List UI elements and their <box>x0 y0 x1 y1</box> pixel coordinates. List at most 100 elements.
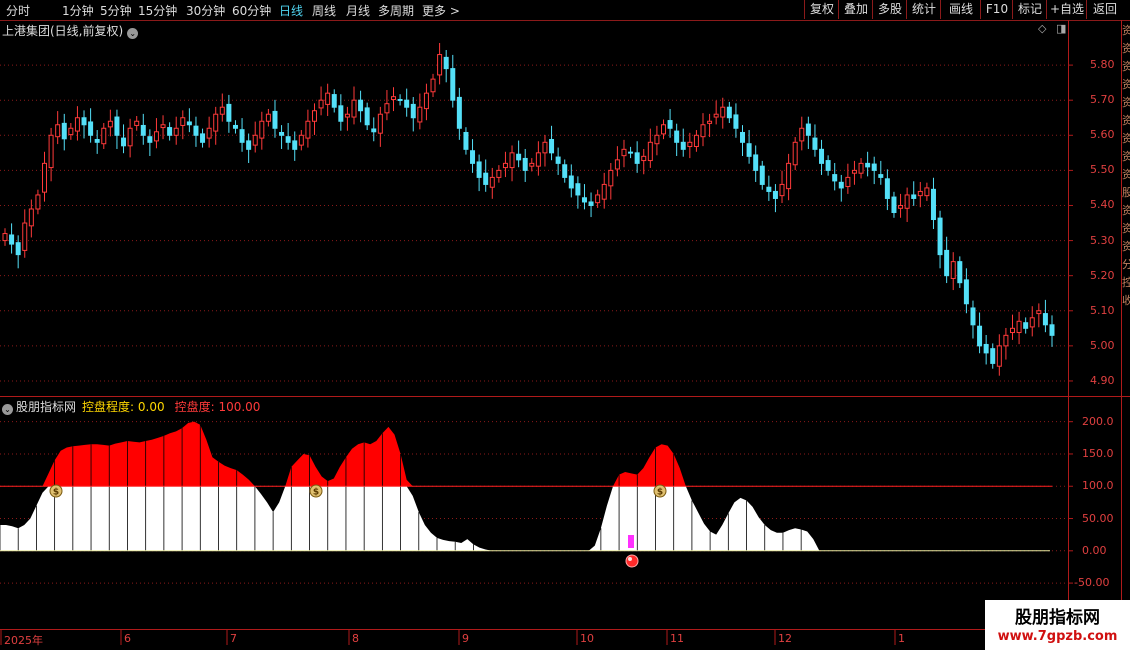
candle-body <box>48 134 54 169</box>
money-bag-body <box>309 484 323 498</box>
candle-body <box>351 99 357 118</box>
chart-area[interactable]: $ $ $ <box>0 0 1130 650</box>
toolbar-button-8[interactable]: 返回 <box>1086 0 1123 19</box>
diamond-icon[interactable]: ◇ <box>1038 22 1046 35</box>
period-tab-7[interactable]: 周线 <box>312 2 336 19</box>
candle-body <box>509 152 515 169</box>
candle-body <box>1003 334 1009 347</box>
candle-body <box>990 348 996 364</box>
candle-body <box>371 128 377 133</box>
candle-body <box>239 129 245 143</box>
candle-body <box>9 234 15 245</box>
panel-toggle-icon[interactable]: ◨ <box>1056 22 1066 35</box>
candle-body <box>898 204 904 209</box>
candle-body <box>114 116 120 136</box>
chevron-down-icon[interactable]: ⌄ <box>2 404 13 415</box>
candle-body <box>930 188 936 221</box>
candle-body <box>1023 322 1029 329</box>
money-bag-body <box>49 484 63 498</box>
candle-body <box>904 194 910 209</box>
candle-body <box>647 141 653 162</box>
period-tab-3[interactable]: 15分钟 <box>138 2 177 19</box>
toolbar-button-2[interactable]: 多股 <box>872 0 907 19</box>
price-tick-label: 5.20 <box>1090 268 1115 282</box>
period-tab-9[interactable]: 多周期 <box>378 2 414 19</box>
period-tab-2[interactable]: 5分钟 <box>100 2 132 19</box>
candle-body <box>147 136 153 143</box>
candle-body <box>186 121 192 126</box>
chevron-down-icon[interactable]: ⌄ <box>127 28 139 39</box>
candle-body <box>279 131 285 136</box>
candle-body <box>634 152 640 164</box>
candle-body <box>687 141 693 148</box>
candle-body <box>265 113 271 122</box>
candle-body <box>621 148 627 157</box>
candle-body <box>391 96 397 100</box>
money-bag-icon: $ <box>309 484 323 498</box>
indicator-value-1: 控盘程度: 0.00 <box>82 400 165 414</box>
indicator-value-2: 控盘度: 100.00 <box>174 400 261 414</box>
candle-body <box>753 154 759 171</box>
period-tab-6[interactable]: 日线 <box>279 2 303 19</box>
stock-title[interactable]: 上港集团(日线,前复权) ⌄ <box>2 22 139 39</box>
period-tab-4[interactable]: 30分钟 <box>186 2 225 19</box>
candle-body <box>489 176 495 188</box>
candle-body <box>963 279 969 305</box>
candle-body <box>272 110 278 129</box>
price-tick-label: 5.40 <box>1090 198 1115 212</box>
candle-body <box>344 113 350 118</box>
candle-body <box>884 178 890 199</box>
candle-body <box>555 156 561 164</box>
candle-body <box>812 137 818 150</box>
candle-body <box>858 162 864 174</box>
candle-body <box>865 162 871 168</box>
price-tick-label: 5.10 <box>1090 303 1115 317</box>
candle-body <box>825 160 831 171</box>
period-tab-5[interactable]: 60分钟 <box>232 2 271 19</box>
toolbar-button-6[interactable]: 标记 <box>1012 0 1047 19</box>
candle-body <box>805 123 811 136</box>
candle-body <box>845 176 851 188</box>
candle-body <box>1042 313 1048 326</box>
toolbar-button-7[interactable]: +自选 <box>1046 0 1087 19</box>
price-tick-label: 5.00 <box>1090 338 1115 352</box>
toolbar-button-5[interactable]: F10 <box>980 0 1013 19</box>
candle-body <box>298 134 304 146</box>
candle-body <box>502 162 508 169</box>
period-tab-0[interactable]: 分时 <box>6 2 30 19</box>
candle-body <box>246 140 252 150</box>
candle-body <box>160 124 166 129</box>
date-tick-label: 11 <box>670 632 684 645</box>
candle-body <box>568 175 574 189</box>
candle-body <box>463 131 469 150</box>
toolbar-button-4[interactable]: 画线 <box>940 0 981 19</box>
candle-body <box>456 96 462 129</box>
period-tab-1[interactable]: 1分钟 <box>62 2 94 19</box>
candle-body <box>549 139 555 154</box>
period-tab-10[interactable]: 更多 > <box>422 2 460 19</box>
toolbar-button-1[interactable]: 叠加 <box>838 0 873 19</box>
candle-body <box>792 141 798 166</box>
toolbar-button-3[interactable]: 统计 <box>906 0 941 19</box>
candle-body <box>891 196 897 214</box>
candle-body <box>81 117 87 126</box>
candle-body <box>1009 327 1015 334</box>
indicator-tick-label: 200.0 <box>1082 414 1114 428</box>
candle-body <box>134 120 140 126</box>
candle-body <box>35 194 41 210</box>
period-tab-8[interactable]: 月线 <box>346 2 370 19</box>
date-tick-label: 6 <box>124 632 131 645</box>
candle-body <box>799 127 805 142</box>
candle-body <box>101 127 107 145</box>
toolbar-button-0[interactable]: 复权 <box>804 0 839 19</box>
candle-body <box>726 106 732 119</box>
candle-body <box>94 139 100 143</box>
price-tick-label: 4.90 <box>1090 373 1115 387</box>
money-bag-icon: $ <box>653 484 667 498</box>
candle-body <box>759 165 765 185</box>
candle-body <box>535 152 541 167</box>
candle-body <box>575 183 581 196</box>
candle-body <box>944 249 950 277</box>
candle-body <box>193 125 199 136</box>
candle-body <box>996 345 1002 367</box>
